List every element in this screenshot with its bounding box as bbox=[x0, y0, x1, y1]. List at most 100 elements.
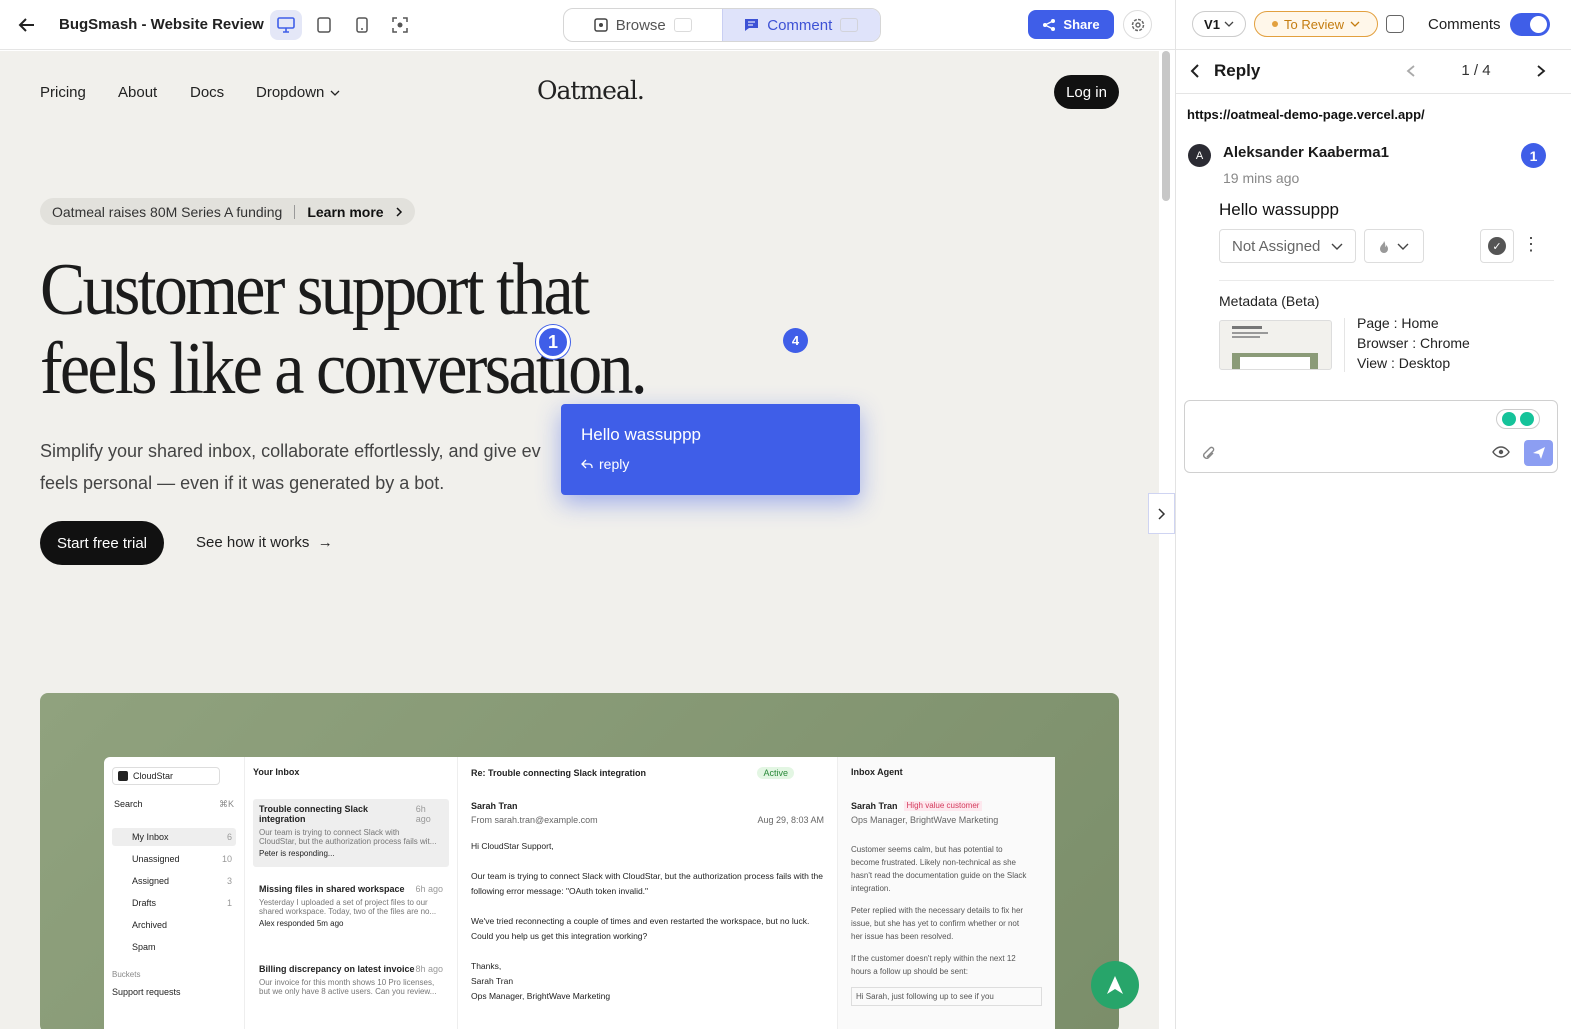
email-line: Our team is trying to connect Slack with… bbox=[471, 871, 823, 881]
collapse-panel-button[interactable] bbox=[1148, 493, 1175, 534]
resolve-button[interactable]: ✓ bbox=[1480, 229, 1514, 263]
thread-title: Trouble connecting Slack integration bbox=[259, 804, 369, 824]
desktop-view-icon[interactable] bbox=[270, 10, 302, 40]
version-label: V1 bbox=[1204, 16, 1220, 32]
mock-thread: Billing discrepancy on latest invoice 8h … bbox=[253, 959, 449, 1001]
nav-link-pricing[interactable]: Pricing bbox=[40, 84, 86, 101]
agent-note-line: integration. bbox=[851, 884, 891, 893]
comment-icon bbox=[745, 19, 759, 31]
agent-note-line: become frustrated. Likely non-technical … bbox=[851, 858, 1016, 867]
nav-link-docs[interactable]: Docs bbox=[190, 84, 224, 101]
grammarly-icon bbox=[1502, 412, 1516, 426]
hero-heading: Customer support that feels like a conve… bbox=[40, 251, 702, 409]
reply-title: Reply bbox=[1214, 61, 1261, 80]
comments-toggle[interactable] bbox=[1510, 13, 1550, 36]
thread-preview: shared workspace. Today, two of the file… bbox=[259, 907, 437, 916]
divider bbox=[1219, 280, 1554, 281]
popup-reply-link[interactable]: reply bbox=[581, 456, 840, 472]
comment-mode-button[interactable]: Comment bbox=[721, 9, 880, 41]
chevron-down-icon bbox=[330, 90, 340, 96]
reply-input[interactable] bbox=[1184, 400, 1558, 473]
share-button[interactable]: Share bbox=[1028, 10, 1114, 39]
open-external-icon[interactable] bbox=[1386, 15, 1404, 33]
priority-select[interactable] bbox=[1364, 229, 1424, 263]
reply-header: Reply bbox=[1190, 61, 1260, 81]
mobile-view-icon[interactable] bbox=[346, 10, 378, 40]
mock-menu-item: My Inbox 6 bbox=[112, 828, 236, 846]
tablet-view-icon[interactable] bbox=[308, 10, 340, 40]
divider bbox=[294, 204, 296, 219]
learn-more-link[interactable]: Learn more bbox=[307, 204, 383, 220]
shortcut-icon bbox=[673, 18, 692, 32]
email-line: Hi CloudStar Support, bbox=[471, 841, 554, 851]
menu-count: 1 bbox=[226, 898, 232, 908]
agent-title: Inbox Agent bbox=[851, 767, 903, 777]
next-chevron-icon[interactable] bbox=[1536, 64, 1546, 78]
menu-count: 6 bbox=[226, 832, 232, 842]
agent-customer-name: Sarah Tran bbox=[851, 801, 898, 811]
nav-dropdown[interactable]: Dropdown bbox=[256, 84, 340, 101]
mock-menu-item: Unassigned 10 bbox=[112, 850, 236, 868]
mock-search-label: Search bbox=[114, 799, 143, 809]
review-status-select[interactable]: To Review bbox=[1254, 11, 1378, 37]
eye-visibility-icon[interactable] bbox=[1492, 445, 1510, 462]
prev-chevron-icon[interactable] bbox=[1406, 64, 1416, 78]
settings-gear-icon[interactable] bbox=[1123, 10, 1152, 39]
org-logo-icon bbox=[118, 771, 128, 781]
chevron-right-icon bbox=[396, 206, 402, 217]
divider bbox=[1176, 49, 1571, 50]
comment-popup[interactable]: Hello wassuppp reply bbox=[561, 404, 860, 495]
browse-mode-button[interactable]: Browse bbox=[564, 9, 722, 41]
subtitle-line-1: Simplify your shared inbox, collaborate … bbox=[40, 441, 541, 461]
meta-browser: Browser : Chrome bbox=[1357, 335, 1470, 351]
comment-pin-4[interactable]: 4 bbox=[783, 328, 808, 353]
see-how-it-works-link[interactable]: See how it works → bbox=[196, 534, 333, 551]
start-free-trial-button[interactable]: Start free trial bbox=[40, 521, 164, 565]
send-button[interactable] bbox=[1524, 440, 1553, 466]
hero-subtitle: Simplify your shared inbox, collaborate … bbox=[40, 435, 600, 499]
comments-panel: V1 To Review Comments Reply 1 / 4 https:… bbox=[1175, 0, 1571, 1029]
back-arrow-icon[interactable] bbox=[14, 12, 40, 38]
screenshot-capture-icon[interactable] bbox=[384, 10, 416, 40]
thread-status: Peter is responding... bbox=[259, 849, 335, 858]
avatar: A bbox=[1188, 144, 1211, 167]
email-line: Sarah Tran bbox=[471, 976, 514, 986]
email-sender-name: Sarah Tran bbox=[471, 801, 518, 811]
assignee-select[interactable]: Not Assigned bbox=[1219, 229, 1356, 263]
agent-customer-role: Ops Manager, BrightWave Marketing bbox=[851, 815, 999, 825]
metadata-title: Metadata (Beta) bbox=[1219, 293, 1320, 309]
thread-time: 8h ago bbox=[415, 964, 443, 974]
hero-line-2: feels like a conversation. bbox=[40, 328, 648, 410]
see-how-label: See how it works bbox=[196, 534, 310, 551]
shortcut-icon bbox=[840, 18, 859, 32]
mock-menu: My Inbox 6 Unassigned 10 Assigned 3 Drafts 1… bbox=[112, 828, 236, 956]
email-line: We've tried reconnecting a couple of tim… bbox=[471, 916, 810, 926]
agent-note-line: issue, but she has yet to confirm whethe… bbox=[851, 919, 1020, 928]
browse-icon bbox=[593, 18, 608, 32]
site-logo[interactable]: Oatmeal. bbox=[537, 76, 645, 105]
login-button[interactable]: Log in bbox=[1054, 75, 1119, 109]
page-thumbnail[interactable] bbox=[1219, 320, 1332, 370]
page-scrollbar[interactable] bbox=[1162, 51, 1170, 201]
version-select[interactable]: V1 bbox=[1192, 11, 1246, 37]
nav-link-about[interactable]: About bbox=[118, 84, 157, 101]
attachment-paperclip-icon[interactable] bbox=[1202, 446, 1216, 466]
email-line: Thanks, bbox=[471, 961, 502, 971]
thread-preview: CloudStar, but the authorization process… bbox=[259, 837, 437, 846]
comment-number-badge: 1 bbox=[1521, 143, 1546, 168]
announcement-pill[interactable]: Oatmeal raises 80M Series A funding Lear… bbox=[40, 198, 415, 225]
floating-action-button[interactable] bbox=[1091, 961, 1139, 1009]
status-dot-icon bbox=[1272, 21, 1279, 27]
more-options-icon[interactable]: ⋮ bbox=[1522, 234, 1540, 255]
page-url[interactable]: https://oatmeal-demo-page.vercel.app/ bbox=[1187, 107, 1425, 122]
reply-label: reply bbox=[599, 456, 630, 472]
back-chevron-icon[interactable] bbox=[1190, 63, 1200, 79]
agent-note-line: hasn't read the documentation guide on t… bbox=[851, 871, 1027, 880]
agent-note-line: Peter replied with the necessary details… bbox=[851, 906, 1024, 915]
mock-search: Search ⌘K bbox=[112, 799, 236, 810]
thread-title: Billing discrepancy on latest invoice bbox=[259, 964, 415, 974]
grammarly-widget[interactable] bbox=[1496, 409, 1540, 429]
mock-menu-item: Assigned 3 bbox=[112, 872, 236, 890]
comment-pin-1[interactable]: 1 bbox=[536, 325, 570, 359]
comments-toggle-label: Comments bbox=[1428, 16, 1501, 33]
